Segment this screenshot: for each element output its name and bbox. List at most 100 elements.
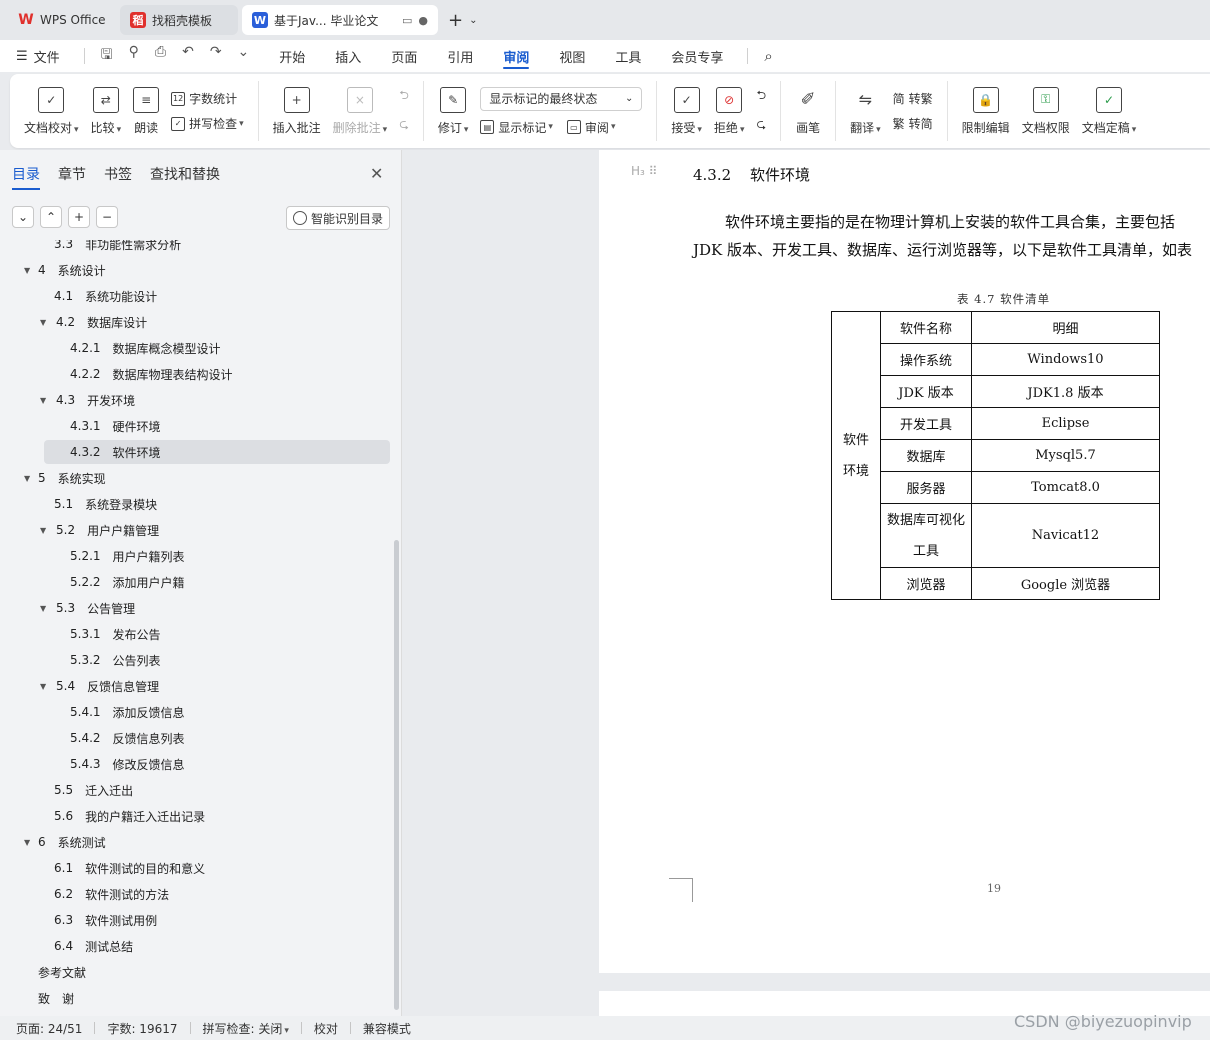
toc-item[interactable]: 4.3.2 软件环境 [44,440,390,464]
collapse-all-icon[interactable]: ⌃ [40,206,62,228]
save-icon[interactable]: 🖫 [101,44,113,68]
toc-item[interactable]: 5.2.1 用户户籍列表 [70,544,185,568]
heading-drag-handle-icon[interactable]: H₃ ⠿ [631,164,657,178]
next-change-icon[interactable]: ⮎ [756,115,766,136]
toc-item[interactable]: 6.1 软件测试的目的和意义 [54,856,205,880]
toc-item[interactable]: ▼ 6 系统测试 [24,830,106,854]
doc-check-button[interactable]: ✓ 文档校对 ▾ [18,81,85,141]
undo-icon[interactable]: ↶ [182,44,194,68]
search-icon[interactable]: ⌕ [764,40,772,72]
toc-item[interactable]: 3.3 非功能性需求分析 [54,240,181,256]
toc-item[interactable]: 6.3 软件测试用例 [54,908,157,932]
word-count-indicator[interactable]: 字数: 19617 [107,1020,177,1037]
previous-change-icon[interactable]: ⮌ [756,86,766,107]
window-icon[interactable]: ▭ [402,14,412,27]
toc-item[interactable]: 5.4.2 反馈信息列表 [70,726,185,750]
expand-triangle-icon[interactable]: ▼ [40,604,52,613]
revise-button[interactable]: ✎ 修订 ▾ [432,81,475,141]
reject-button[interactable]: ⊘ 拒绝 ▾ [708,81,751,141]
tab-document[interactable]: W 基于Jav... 毕业论文 ▭ ● [242,5,438,35]
toc-item[interactable]: 5.3.2 公告列表 [70,648,161,672]
toc-item[interactable]: ▼ 4.3 开发环境 [40,388,135,412]
show-markup-button[interactable]: ▤ 显示标记 ▾ [480,119,553,136]
menu-view[interactable]: 视图 [559,40,585,72]
more-chevron-icon[interactable]: ⌄ [238,44,250,68]
menu-page[interactable]: 页面 [391,40,417,72]
toc-item[interactable]: ▼ 4.2 数据库设计 [40,310,147,334]
menu-review[interactable]: 审阅 [503,40,530,72]
proofread-indicator[interactable]: 校对 [314,1020,338,1037]
toc-item[interactable]: 4.2.1 数据库概念模型设计 [70,336,221,360]
toc-item[interactable]: 5.4.3 修改反馈信息 [70,752,185,776]
previous-comment-icon[interactable]: ⮌ [399,86,409,107]
toc-item[interactable]: 4.1 系统功能设计 [54,284,157,308]
toc-item[interactable]: 5.5 迁入迁出 [54,778,133,802]
toc-item[interactable]: ▼ 5.3 公告管理 [40,596,135,620]
expand-all-icon[interactable]: ⌄ [12,206,34,228]
word-count-button[interactable]: 12 字数统计 [171,90,244,107]
expand-triangle-icon[interactable]: ▼ [24,838,36,847]
share-icon[interactable]: ⚲ [129,44,139,68]
remove-heading-icon[interactable]: − [96,206,118,228]
pen-button[interactable]: ✐ 画笔 [789,81,827,141]
tab-wps-office[interactable]: W WPS Office [8,5,116,35]
close-icon[interactable]: ✕ [370,164,383,183]
doc-finalize-button[interactable]: ✓ 文档定稿 ▾ [1076,81,1143,141]
to-traditional-button[interactable]: 简转繁 [893,90,933,107]
menu-references[interactable]: 引用 [447,40,473,72]
toc-item[interactable]: 5.4.1 添加反馈信息 [70,700,185,724]
page-indicator[interactable]: 页面: 24/51 [16,1020,82,1037]
tab-bookmarks[interactable]: 书签 [104,164,132,184]
expand-triangle-icon[interactable]: ▼ [40,396,52,405]
menu-member[interactable]: 会员专享 [671,40,723,72]
expand-triangle-icon[interactable]: ▼ [24,474,36,483]
toc-item[interactable]: ▼ 5 系统实现 [24,466,106,490]
menu-home[interactable]: 开始 [279,40,305,72]
restrict-edit-button[interactable]: 🔒 限制编辑 [956,81,1016,141]
toc-item[interactable]: ▼ 5.2 用户户籍管理 [40,518,159,542]
chevron-down-icon[interactable]: ⌄ [469,15,477,26]
menu-file[interactable]: ☰ 文件 [16,40,60,72]
spell-check-button[interactable]: ✓ 拼写检查 ▾ [171,115,244,132]
translate-button[interactable]: ⇋ 翻译 ▾ [844,81,887,141]
toc-item[interactable]: ▼ 5.4 反馈信息管理 [40,674,159,698]
smart-toc-button[interactable]: 智能识别目录 [286,206,390,230]
display-state-select[interactable]: 显示标记的最终状态 ⌄ [480,86,643,111]
add-heading-icon[interactable]: + [68,206,90,228]
tab-toc[interactable]: 目录 [12,164,40,190]
toc-item[interactable]: 6.2 软件测试的方法 [54,882,169,906]
read-aloud-button[interactable]: ≡ 朗读 [127,81,165,141]
toc-item[interactable]: 4.3.1 硬件环境 [70,414,161,438]
toc-item[interactable]: 5.1 系统登录模块 [54,492,157,516]
redo-icon[interactable]: ↷ [210,44,222,68]
compare-button[interactable]: ⇄ 比较 ▾ [85,81,128,141]
toc-item[interactable]: 6.4 测试总结 [54,934,133,958]
toc-scrollbar[interactable] [394,540,399,1010]
insert-comment-button[interactable]: + 插入批注 [267,81,327,141]
toc-item[interactable]: 4.2.2 数据库物理表结构设计 [70,362,233,386]
expand-triangle-icon[interactable]: ▼ [40,682,52,691]
delete-comment-button[interactable]: × 删除批注 ▾ [327,81,394,141]
accept-button[interactable]: ✓ 接受 ▾ [665,81,708,141]
toc-item[interactable]: 参考文献 [38,960,86,984]
toc-item[interactable]: 5.6 我的户籍迁入迁出记录 [54,804,205,828]
to-simplified-button[interactable]: 繁转简 [893,115,933,132]
doc-permission-button[interactable]: ⚿ 文档权限 [1016,81,1076,141]
review-pane-button[interactable]: ▭ 审阅 ▾ [566,119,615,136]
tab-daoke-templates[interactable]: 稻 找稻壳模板 [120,5,238,35]
expand-triangle-icon[interactable]: ▼ [40,526,52,535]
menu-tools[interactable]: 工具 [615,40,641,72]
spell-check-indicator[interactable]: 拼写检查: 关闭 ▾ [203,1020,289,1037]
toc-item[interactable]: ▼ 4 系统设计 [24,258,106,282]
print-preview-icon[interactable]: ⎙ [155,44,166,68]
new-tab-button[interactable]: + ⌄ [448,10,483,31]
expand-triangle-icon[interactable]: ▼ [24,266,36,275]
next-comment-icon[interactable]: ⮎ [399,115,409,136]
toc-item[interactable]: 致 谢 [38,986,74,1010]
toc-item[interactable]: 5.3.1 发布公告 [70,622,161,646]
expand-triangle-icon[interactable]: ▼ [40,318,52,327]
toc-item[interactable]: 5.2.2 添加用户户籍 [70,570,185,594]
menu-insert[interactable]: 插入 [335,40,361,72]
tab-chapters[interactable]: 章节 [58,164,86,184]
tab-find-replace[interactable]: 查找和替换 [150,164,220,184]
